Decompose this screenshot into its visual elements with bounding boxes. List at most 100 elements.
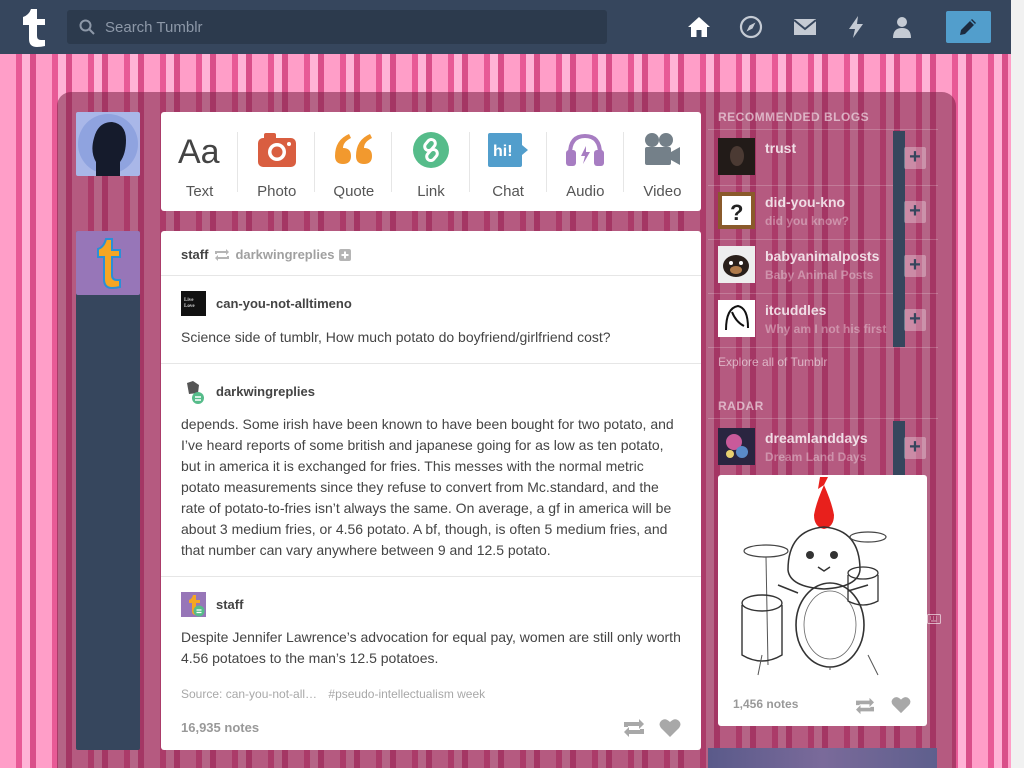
recommended-blog-item[interactable]: itcuddles Why am I not his first +: [708, 293, 938, 347]
blog-subtitle: Dream Land Days: [765, 450, 867, 464]
reblog-small-icon: [215, 248, 230, 261]
post-notes-count[interactable]: 16,935 notes: [181, 720, 259, 735]
divider: [708, 129, 938, 130]
radar-post-card[interactable]: 1,456 notes: [718, 475, 927, 726]
divider: [161, 363, 701, 364]
radar-blog-item[interactable]: dreamlanddays Dream Land Days +: [708, 421, 938, 475]
headphones-icon: [566, 133, 605, 166]
post-type-label: Audio: [566, 183, 605, 200]
reblog-icon[interactable]: [623, 718, 645, 738]
post-tag[interactable]: #pseudo-intellectualism week: [328, 687, 485, 701]
divider: [161, 576, 701, 577]
account-icon[interactable]: [890, 15, 914, 39]
divider: [161, 275, 701, 276]
post-type-label: Chat: [492, 183, 524, 200]
post-body-text: Science side of tumblr, How much potato …: [181, 329, 611, 345]
follow-plus-button[interactable]: +: [904, 201, 926, 223]
explore-icon[interactable]: [739, 15, 763, 39]
post-type-video-button[interactable]: Video: [624, 112, 701, 211]
activity-icon[interactable]: [844, 15, 868, 39]
avatar: [718, 138, 755, 175]
svg-text:?: ?: [730, 200, 743, 225]
text-icon: Aa: [178, 133, 220, 170]
svg-text:Live: Live: [184, 298, 194, 303]
post-type-audio-button[interactable]: Audio: [547, 112, 624, 211]
avatar: [718, 428, 755, 465]
follow-plus-icon[interactable]: [339, 248, 352, 261]
post-type-link-button[interactable]: Link: [392, 112, 470, 211]
post-type-label: Photo: [257, 183, 297, 200]
dashboard-post: staff darkwingreplies Live Love can-you-n…: [161, 231, 701, 750]
post-type-photo-button[interactable]: Photo: [238, 112, 316, 211]
staff-avatar[interactable]: [76, 231, 140, 295]
avatar[interactable]: [76, 112, 140, 176]
window-scrollbar[interactable]: [1011, 0, 1024, 768]
quote-icon: [334, 134, 372, 164]
post-header: staff darkwingreplies: [181, 247, 352, 262]
reblog-entry-user[interactable]: staff: [181, 592, 243, 617]
home-icon[interactable]: [687, 15, 711, 39]
post-source-footer: Source: can-you-not-all… #pseudo-intelle…: [181, 687, 485, 701]
post-type-label: Text: [185, 183, 214, 200]
compose-button[interactable]: [946, 11, 991, 43]
pencil-icon: [960, 19, 976, 35]
reblogged-from-link[interactable]: darkwingreplies: [235, 247, 334, 262]
post-type-text-button[interactable]: Aa Text: [161, 112, 239, 211]
reblog-username[interactable]: darkwingreplies: [216, 384, 315, 399]
radar-image-preview: [708, 748, 937, 768]
camera-icon: [257, 133, 296, 167]
avatar: [718, 300, 755, 337]
follow-plus-button[interactable]: +: [904, 255, 926, 277]
search-input[interactable]: [105, 10, 585, 44]
recommended-blog-item[interactable]: trust +: [708, 131, 938, 185]
search-icon: [79, 19, 95, 35]
tumblr-logo-icon[interactable]: [19, 9, 47, 47]
divider: [708, 418, 938, 419]
post-body-text: depends. Some irish have been known to h…: [181, 416, 674, 558]
recommended-blog-item[interactable]: babyanimalposts Baby Animal Posts +: [708, 239, 938, 293]
blog-name[interactable]: trust: [765, 140, 796, 156]
search-box[interactable]: [67, 10, 607, 44]
blog-sidebar: [76, 231, 140, 750]
radar-drummer-drawing: [741, 477, 887, 676]
avatar: LiveLove: [181, 291, 206, 316]
follow-plus-button[interactable]: +: [904, 309, 926, 331]
like-heart-icon[interactable]: [659, 718, 681, 738]
follow-plus-button[interactable]: +: [904, 147, 926, 169]
avatar: [181, 379, 206, 404]
blog-name[interactable]: babyanimalposts: [765, 248, 879, 264]
recommended-blog-item[interactable]: ? did-you-kno did you know? +: [708, 185, 938, 239]
post-type-label: Video: [643, 183, 682, 200]
post-author-link[interactable]: staff: [181, 247, 208, 262]
reblog-username[interactable]: can-you-not-alltimeno: [216, 296, 352, 311]
video-camera-icon: [645, 133, 681, 165]
messages-icon[interactable]: [793, 15, 817, 39]
avatar: ?: [718, 192, 755, 229]
blog-name[interactable]: dreamlanddays: [765, 430, 868, 446]
blog-subtitle: Baby Animal Posts: [765, 268, 874, 282]
blog-subtitle: Why am I not his first: [765, 322, 887, 336]
recommended-blogs-title: RECOMMENDED BLOGS: [718, 110, 870, 124]
blog-name[interactable]: itcuddles: [765, 302, 826, 318]
radar-title: RADAR: [718, 399, 764, 413]
like-heart-icon[interactable]: [891, 696, 911, 714]
reblog-entry-user[interactable]: darkwingreplies: [181, 379, 315, 404]
top-navigation-bar: [0, 0, 1011, 54]
reblog-username[interactable]: staff: [216, 597, 243, 612]
blog-name[interactable]: did-you-kno: [765, 194, 845, 210]
explore-all-link[interactable]: Explore all of Tumblr: [718, 355, 827, 369]
avatar: [181, 592, 206, 617]
divider: [708, 347, 938, 348]
blog-subtitle: did you know?: [765, 214, 849, 228]
post-type-bar: Aa Text Photo Quote Link hi! Chat Audio …: [161, 112, 701, 211]
follow-plus-button[interactable]: +: [904, 437, 926, 459]
post-type-quote-button[interactable]: Quote: [315, 112, 393, 211]
reblog-icon[interactable]: [855, 697, 875, 715]
keyboard-shortcuts-icon[interactable]: [927, 614, 941, 624]
link-icon: [412, 132, 449, 168]
post-type-chat-button[interactable]: hi! Chat: [470, 112, 547, 211]
post-source-link[interactable]: Source: can-you-not-all…: [181, 687, 317, 701]
tumblr-t-icon: [97, 238, 121, 290]
radar-notes-count[interactable]: 1,456 notes: [733, 697, 798, 711]
reblog-entry-user[interactable]: Live Love can-you-not-alltimeno: [181, 291, 352, 316]
